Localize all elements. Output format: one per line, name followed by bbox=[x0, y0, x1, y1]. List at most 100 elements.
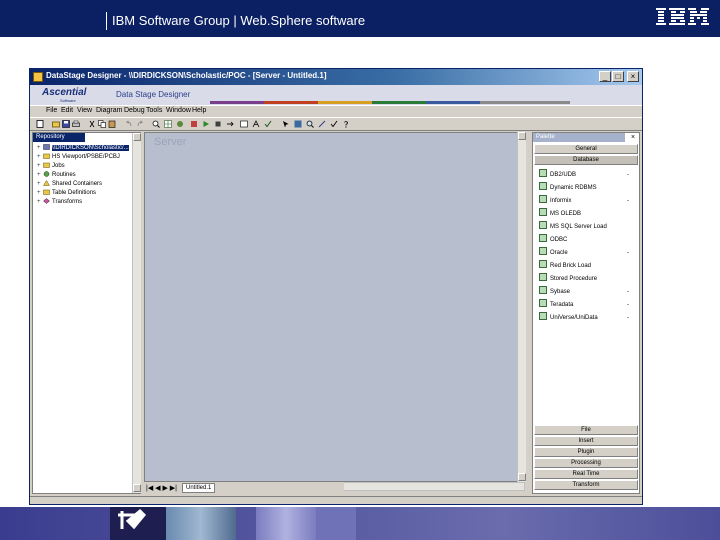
menu-window[interactable]: Window bbox=[166, 107, 191, 114]
redbrick-stage-icon bbox=[539, 260, 547, 268]
copy-icon[interactable] bbox=[98, 120, 106, 128]
canvas-vertical-scrollbar[interactable] bbox=[517, 132, 526, 482]
stage-stored-procedure[interactable]: Stored Procedure bbox=[539, 273, 597, 285]
palette-group-file[interactable]: File bbox=[534, 425, 638, 435]
tree-item-jobs[interactable]: + Jobs bbox=[37, 162, 65, 170]
tree-item-routines[interactable]: + Routines bbox=[37, 171, 76, 179]
scroll-up-button[interactable] bbox=[518, 132, 526, 140]
menu-help[interactable]: Help bbox=[192, 107, 206, 114]
stage-odbc[interactable]: ODBC bbox=[539, 234, 567, 246]
menu-diagram[interactable]: Diagram bbox=[96, 107, 122, 114]
stage-dynamic-rdbms[interactable]: Dynamic RDBMS bbox=[539, 182, 597, 194]
app-icon bbox=[33, 72, 43, 82]
tree-expander[interactable]: + bbox=[37, 162, 42, 170]
palette-group-database[interactable]: Database bbox=[534, 155, 638, 165]
save-icon[interactable] bbox=[62, 120, 70, 128]
brand-stripes bbox=[210, 101, 570, 104]
ascential-logo-sub: Software bbox=[60, 98, 76, 103]
close-button[interactable]: × bbox=[627, 71, 639, 82]
stage-db2-udb[interactable]: DB2/UDB bbox=[539, 169, 576, 181]
document-tab-strip: |◀ ◀ ▶ ▶| Untitled.1 bbox=[144, 482, 344, 494]
annotation-icon[interactable] bbox=[240, 120, 248, 128]
paste-icon[interactable] bbox=[108, 120, 116, 128]
scroll-down-button[interactable] bbox=[518, 473, 526, 481]
tree-item-project[interactable]: + \\DIRDICKSON\Scholastic/... bbox=[37, 144, 129, 152]
repository-scrollbar[interactable] bbox=[132, 133, 141, 493]
repository-panel: Repository Toolbox + \\DIRDICKSON\Scholas… bbox=[32, 132, 141, 494]
stage-red-brick-load[interactable]: Red Brick Load bbox=[539, 260, 591, 272]
project-icon bbox=[43, 144, 50, 150]
stage-ms-oledb[interactable]: MS OLEDB bbox=[539, 208, 581, 220]
properties-icon[interactable] bbox=[294, 120, 302, 128]
tree-item-label: \\DIRDICKSON\Scholastic/... bbox=[52, 145, 129, 151]
link-icon[interactable] bbox=[226, 120, 234, 128]
tree-expander[interactable]: + bbox=[37, 153, 42, 161]
grid-icon[interactable] bbox=[164, 120, 172, 128]
tree-item-label: Routines bbox=[52, 172, 76, 178]
palette-group-insert[interactable]: Insert bbox=[534, 436, 638, 446]
compile-icon[interactable] bbox=[190, 120, 198, 128]
slide-header-title: IBM Software Group | Web.Sphere software bbox=[105, 12, 366, 30]
tree-expander[interactable]: + bbox=[37, 171, 42, 179]
cut-icon[interactable] bbox=[88, 120, 96, 128]
stage-teradata[interactable]: Teradata bbox=[539, 299, 573, 311]
tree-expander[interactable]: + bbox=[37, 189, 42, 197]
tree-item-label: HS Viewport/PSBE/PCBJ bbox=[52, 154, 120, 160]
redo-icon[interactable] bbox=[136, 120, 144, 128]
tree-expander[interactable]: + bbox=[37, 198, 42, 206]
tree-item-shared-containers[interactable]: + Shared Containers bbox=[37, 180, 102, 188]
layout-icon[interactable] bbox=[318, 120, 326, 128]
oracle-stage-icon bbox=[539, 247, 547, 255]
pointer-icon[interactable] bbox=[282, 120, 290, 128]
tree-item-transforms[interactable]: + Transforms bbox=[37, 198, 82, 206]
menu-file[interactable]: File bbox=[46, 107, 57, 114]
menu-edit[interactable]: Edit bbox=[61, 107, 73, 114]
scroll-up-button[interactable] bbox=[133, 133, 141, 141]
stage-ms-sql-server-load[interactable]: MS SQL Server Load bbox=[539, 221, 607, 233]
stage-informix[interactable]: Informix bbox=[539, 195, 571, 207]
text-icon[interactable] bbox=[252, 120, 260, 128]
folder-icon bbox=[43, 153, 50, 159]
palette-close-icon[interactable]: × bbox=[628, 133, 638, 142]
open-icon[interactable] bbox=[52, 120, 60, 128]
tree-expander[interactable]: + bbox=[37, 144, 42, 152]
scroll-down-button[interactable] bbox=[133, 484, 141, 492]
tree-item-table-definitions[interactable]: + Table Definitions bbox=[37, 189, 96, 197]
status-bar bbox=[30, 496, 642, 504]
zoom-icon[interactable] bbox=[152, 120, 160, 128]
tree-item-viewport[interactable]: + HS Viewport/PSBE/PCBJ bbox=[37, 153, 120, 161]
title-bar[interactable]: DataStage Designer - \\DIRDICKSON\Schola… bbox=[30, 69, 642, 85]
palette-group-plugin[interactable]: Plugin bbox=[534, 447, 638, 457]
palette-group-processing[interactable]: Processing bbox=[534, 458, 638, 468]
palette-group-real-time[interactable]: Real Time bbox=[534, 469, 638, 479]
tab-navigation[interactable]: |◀ ◀ ▶ ▶| bbox=[146, 484, 177, 492]
run-icon[interactable] bbox=[202, 120, 210, 128]
find-icon[interactable] bbox=[306, 120, 314, 128]
stage-sybase[interactable]: Sybase bbox=[539, 286, 570, 298]
new-icon[interactable] bbox=[36, 120, 44, 128]
maximize-button[interactable]: □ bbox=[612, 71, 624, 82]
palette-panel: Palette × General Database DB2/UDB - Dyn… bbox=[532, 132, 640, 494]
diagram-canvas[interactable]: Server bbox=[144, 132, 525, 482]
validate-icon[interactable] bbox=[264, 120, 272, 128]
canvas-title: Server bbox=[154, 136, 187, 148]
stage-label: MS OLEDB bbox=[550, 211, 582, 217]
tab-untitled-1[interactable]: Untitled.1 bbox=[182, 483, 216, 493]
snap-icon[interactable] bbox=[176, 120, 184, 128]
undo-icon[interactable] bbox=[125, 120, 133, 128]
stage-universe-unidata[interactable]: UniVerse/UniData bbox=[539, 312, 598, 324]
menu-view[interactable]: View bbox=[77, 107, 92, 114]
palette-group-transform[interactable]: Transform bbox=[534, 480, 638, 490]
folder-icon bbox=[43, 162, 50, 168]
product-name: Data Stage Designer bbox=[116, 90, 191, 99]
palette-group-general[interactable]: General bbox=[534, 144, 638, 154]
stop-icon[interactable] bbox=[214, 120, 222, 128]
help-icon[interactable] bbox=[342, 120, 350, 128]
print-icon[interactable] bbox=[72, 120, 80, 128]
check-icon[interactable] bbox=[330, 120, 338, 128]
menu-tools[interactable]: Tools bbox=[146, 107, 162, 114]
menu-debug[interactable]: Debug bbox=[124, 107, 145, 114]
tree-expander[interactable]: + bbox=[37, 180, 42, 188]
stage-oracle[interactable]: Oracle bbox=[539, 247, 568, 259]
minimize-button[interactable]: _ bbox=[599, 71, 611, 82]
